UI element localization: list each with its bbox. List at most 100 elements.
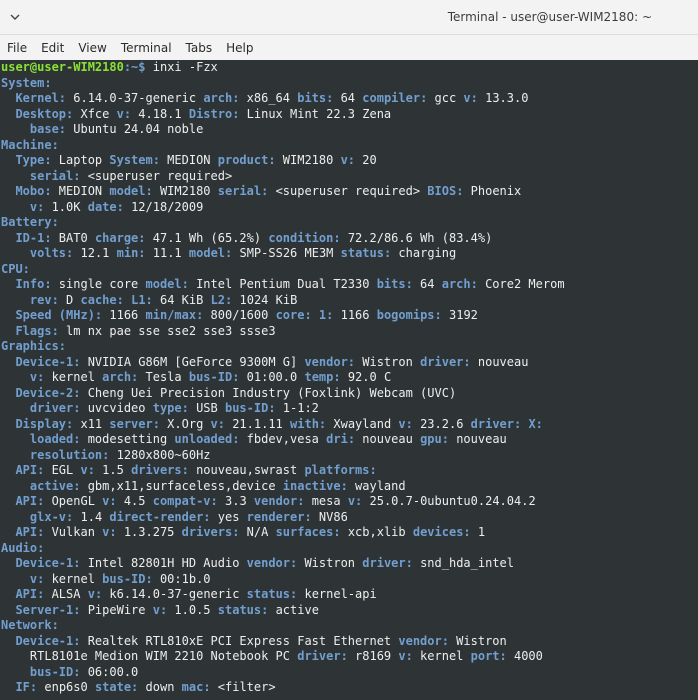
command-output: System: Kernel: 6.14.0-37-generic arch: … (1, 76, 698, 696)
title-bar[interactable]: Terminal - user@user-WIM2180: ~ (0, 0, 698, 35)
field-value: nouveau (355, 432, 421, 446)
field-value: wayland (347, 478, 406, 493)
field-key: state: (94, 680, 139, 694)
field-key: inactive: (282, 478, 348, 493)
field-key: temp: (304, 370, 341, 384)
chevron-down-icon (10, 14, 20, 20)
field-value: 11.1 (145, 246, 189, 260)
output-line: Desktop: Xfce v: 4.18.1 Distro: Linux Mi… (1, 107, 698, 123)
output-line: Device-2: Cheng Uei Precision Industry (… (1, 386, 698, 402)
field-value: Wistron (355, 354, 421, 369)
output-line: Battery: (1, 215, 698, 231)
menu-help[interactable]: Help (219, 41, 260, 55)
field-value: 20 (355, 153, 377, 167)
field-value: 800/1600 (203, 308, 276, 322)
field-key: v: (102, 494, 117, 508)
output-line: API: ALSA v: k6.14.0-37-generic status: … (1, 587, 698, 603)
field-key: vendor: (398, 633, 449, 648)
field-value: 13.3.0 (477, 91, 529, 105)
field-key: L1: (131, 292, 153, 307)
field-key: resolution: (29, 447, 110, 462)
field-key: Device-1: (15, 354, 81, 369)
field-value: EGL (44, 463, 81, 477)
output-line: Info: single core model: Intel Pentium D… (1, 277, 698, 293)
field-value: Intel Pentium Dual T2330 (188, 277, 377, 291)
output-line: resolution: 1280x800~60Hz (1, 448, 698, 464)
field-key: API: (15, 587, 45, 601)
field-value: Tesla (138, 370, 189, 384)
field-value: xcb,xlib (340, 525, 413, 539)
field-key: platforms: (304, 463, 377, 477)
field-key: v: (152, 602, 168, 617)
field-value: nouveau (470, 354, 529, 369)
field-value: MEDION (51, 184, 110, 198)
window-menu-button[interactable] (0, 0, 30, 34)
section-heading: Machine: (1, 137, 59, 152)
field-key: bus-ID: (224, 401, 276, 415)
field-value: down (138, 680, 182, 694)
field-key: Speed (MHz): (15, 308, 103, 322)
terminal-output[interactable]: user@user-WIM2180:~$ inxi -Fzx System: K… (0, 60, 698, 700)
field-value (1, 603, 15, 617)
field-key: base: (29, 122, 67, 136)
field-value: r8169 (347, 649, 399, 663)
field-value (124, 293, 131, 307)
field-key: vendor: (253, 494, 305, 508)
field-key: condition: (268, 230, 341, 245)
output-line: Display: x11 server: X.Org v: 21.1.11 wi… (1, 417, 698, 433)
output-line: API: EGL v: 1.5 drivers: nouveau,swrast … (1, 463, 698, 479)
field-key: v: (463, 91, 478, 105)
menu-edit[interactable]: Edit (34, 41, 71, 55)
field-key: driver: (362, 556, 413, 570)
menu-tabs[interactable]: Tabs (179, 41, 220, 55)
field-key: v: (398, 416, 413, 431)
output-line: Mobo: MEDION model: WIM2180 serial: <sup… (1, 184, 698, 200)
menu-view[interactable]: View (71, 41, 113, 55)
field-value: NV86 (311, 509, 348, 524)
field-value (1, 587, 15, 601)
field-key: ID-1: (15, 230, 52, 245)
field-value: <filter> (210, 680, 276, 694)
field-key: Display: (15, 416, 74, 431)
field-value: RTL8101e Medion WIM 2210 Notebook PC (1, 649, 298, 663)
field-value: <superuser required> (80, 168, 233, 183)
field-key: L2: (210, 292, 233, 307)
field-value: gcc (427, 91, 464, 105)
field-key: Device-1: (15, 556, 81, 570)
field-key: bus-ID: (29, 664, 81, 679)
field-key: v: (29, 370, 45, 384)
field-value: Xwayland (326, 416, 399, 431)
menu-terminal[interactable]: Terminal (114, 41, 179, 55)
field-key: status: (340, 246, 392, 260)
field-key: IF: (15, 680, 38, 694)
field-value: Vulkan (44, 525, 103, 539)
field-key: rev: (29, 292, 59, 307)
field-key: port: (470, 649, 507, 663)
field-value: mesa (304, 494, 348, 508)
output-line: IF: enp6s0 state: down mac: <filter> (1, 680, 698, 696)
field-value (1, 91, 15, 105)
field-value: Linux Mint 22.3 Zena (239, 106, 392, 121)
field-key: compat-v: (152, 494, 218, 508)
output-line: ID-1: BAT0 charge: 47.1 Wh (65.2%) condi… (1, 231, 698, 247)
field-key: status: (217, 602, 269, 617)
field-value: 4.18.1 (131, 106, 189, 121)
field-value (1, 324, 15, 338)
field-key: glx-v: (29, 509, 74, 524)
field-value (1, 246, 30, 260)
field-key: Device-2: (15, 385, 81, 400)
menu-file[interactable]: File (0, 41, 34, 55)
prompt-path: :~$ (123, 60, 146, 74)
field-value (1, 665, 30, 679)
field-value (1, 184, 15, 198)
field-value (312, 308, 319, 322)
field-key: v: (29, 199, 45, 214)
field-key: v: (29, 571, 45, 586)
prompt-line: user@user-WIM2180:~$ inxi -Fzx (1, 60, 698, 76)
field-key: product: (217, 153, 276, 167)
field-key: bus-ID: (102, 571, 153, 586)
field-value (1, 572, 30, 586)
output-line: glx-v: 1.4 direct-render: yes renderer: … (1, 510, 698, 526)
field-key: BIOS: (427, 184, 464, 198)
field-value: uvcvideo (80, 401, 153, 415)
